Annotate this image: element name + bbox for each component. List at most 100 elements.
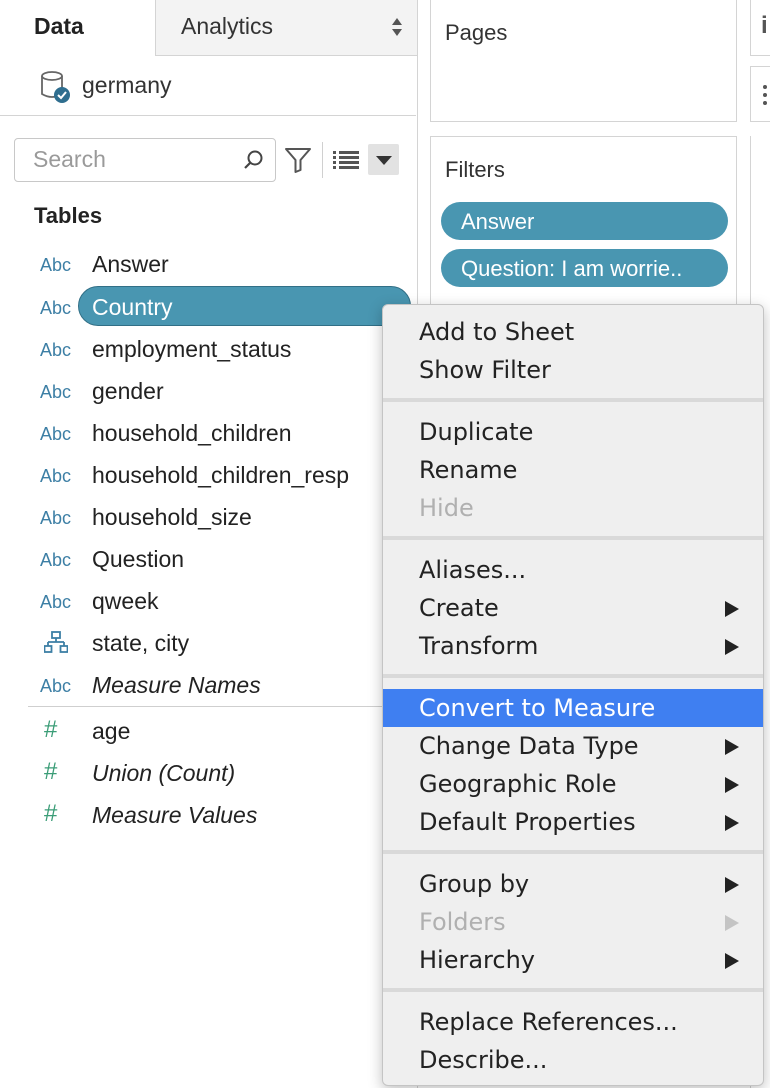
submenu-arrow-icon — [725, 815, 739, 831]
menu-separator — [383, 850, 763, 854]
field-measure-names[interactable]: Abc Measure Names — [0, 664, 416, 706]
field-measure-values[interactable]: # Measure Values — [0, 794, 416, 836]
field-household-children-resp[interactable]: Abc household_children_resp — [0, 454, 416, 496]
menu-item-label: Describe... — [419, 1046, 548, 1074]
menu-item-label: Hide — [419, 494, 474, 522]
toolbar-separator — [322, 142, 323, 178]
hierarchy-icon — [44, 631, 68, 653]
string-type-icon: Abc — [40, 508, 72, 528]
field-name: household_size — [92, 504, 252, 530]
search-icon[interactable] — [243, 149, 265, 171]
menu-item-label: Folders — [419, 908, 506, 936]
string-type-icon: Abc — [40, 676, 72, 696]
menu-separator — [383, 674, 763, 678]
submenu-arrow-icon — [725, 639, 739, 655]
menu-item-hierarchy[interactable]: Hierarchy — [383, 941, 763, 979]
menu-item-label: Group by — [419, 870, 530, 898]
field-qweek[interactable]: Abc qweek — [0, 580, 416, 622]
menu-item-label: Duplicate — [419, 418, 534, 446]
field-age[interactable]: # age — [0, 710, 416, 752]
field-name: household_children_resp — [92, 462, 350, 488]
filters-shelf-title: Filters — [445, 157, 505, 182]
menu-item-folders: Folders — [383, 903, 763, 941]
number-type-icon: # — [44, 716, 58, 743]
field-state-city[interactable]: state, city — [0, 622, 416, 664]
menu-item-transform[interactable]: Transform — [383, 627, 763, 665]
menu-item-add-to-sheet[interactable]: Add to Sheet — [383, 313, 763, 351]
submenu-arrow-icon — [725, 953, 739, 969]
field-name: Measure Values — [92, 802, 258, 828]
show-me-tab[interactable]: i — [750, 0, 770, 56]
field-name: state, city — [92, 630, 190, 656]
menu-item-label: Create — [419, 594, 499, 622]
field-employment-status[interactable]: Abc employment_status — [0, 328, 416, 370]
menu-item-label: Show Filter — [419, 356, 551, 384]
menu-separator — [383, 536, 763, 540]
marks-handle[interactable] — [750, 66, 770, 122]
search-input[interactable] — [15, 139, 235, 179]
menu-item-label: Add to Sheet — [419, 318, 575, 346]
menu-item-rename[interactable]: Rename — [383, 451, 763, 489]
tab-data[interactable]: Data — [0, 0, 155, 56]
menu-item-group-by[interactable]: Group by — [383, 865, 763, 903]
menu-item-duplicate[interactable]: Duplicate — [383, 413, 763, 451]
field-answer[interactable]: Abc Answer — [0, 243, 416, 285]
field-household-size[interactable]: Abc household_size — [0, 496, 416, 538]
menu-item-label: Hierarchy — [419, 946, 536, 974]
measures-divider — [28, 706, 416, 707]
menu-separator — [383, 398, 763, 402]
menu-item-change-data-type[interactable]: Change Data Type — [383, 727, 763, 765]
info-icon: i — [761, 12, 768, 39]
string-type-icon: Abc — [40, 298, 72, 318]
caret-down-icon — [376, 156, 392, 165]
field-country[interactable]: Abc Country — [0, 286, 416, 328]
menu-item-label: Replace References... — [419, 1008, 678, 1036]
number-type-icon: # — [44, 758, 58, 785]
more-dots-icon-dot — [763, 93, 767, 97]
datasource-name: germany — [82, 72, 172, 98]
menu-item-describe[interactable]: Describe... — [383, 1041, 763, 1079]
field-household-children[interactable]: Abc household_children — [0, 412, 416, 454]
field-name: age — [92, 718, 131, 744]
menu-item-aliases[interactable]: Aliases... — [383, 551, 763, 589]
menu-item-hide: Hide — [383, 489, 763, 527]
tables-heading: Tables — [34, 203, 103, 228]
menu-item-show-filter[interactable]: Show Filter — [383, 351, 763, 389]
filter-pill-answer[interactable]: Answer — [441, 202, 728, 240]
menu-item-create[interactable]: Create — [383, 589, 763, 627]
data-pane-menu-button[interactable] — [368, 144, 399, 175]
search-box[interactable] — [14, 138, 276, 182]
pages-shelf[interactable]: Pages — [430, 0, 737, 122]
field-name: Question — [92, 546, 185, 572]
string-type-icon: Abc — [40, 424, 72, 444]
number-type-icon: # — [44, 800, 58, 827]
menu-item-label: Geographic Role — [419, 770, 617, 798]
field-gender[interactable]: Abc gender — [0, 370, 416, 412]
more-dots-icon-dot — [763, 101, 767, 105]
submenu-arrow-icon — [725, 601, 739, 617]
filter-pill-question[interactable]: Question: I am worrie.. — [441, 249, 728, 287]
menu-item-replace-references[interactable]: Replace References... — [383, 1003, 763, 1041]
menu-item-convert-to-measure[interactable]: Convert to Measure — [383, 689, 763, 727]
menu-separator — [383, 988, 763, 992]
menu-item-default-properties[interactable]: Default Properties — [383, 803, 763, 841]
list-view-icon[interactable] — [333, 150, 359, 170]
menu-item-geographic-role[interactable]: Geographic Role — [383, 765, 763, 803]
filter-icon[interactable] — [284, 146, 312, 174]
field-name: employment_status — [92, 336, 292, 362]
field-name: Measure Names — [92, 672, 261, 698]
filters-shelf[interactable]: Filters Answer Question: I am worrie.. — [430, 136, 737, 316]
string-type-icon: Abc — [40, 550, 72, 570]
database-check-icon — [41, 71, 70, 103]
field-name: Answer — [92, 251, 169, 277]
field-name: household_children — [92, 420, 292, 446]
field-name: gender — [92, 378, 164, 404]
string-type-icon: Abc — [40, 592, 72, 612]
filter-pill-label: Answer — [461, 209, 535, 234]
field-question[interactable]: Abc Question — [0, 538, 416, 580]
tab-analytics[interactable]: Analytics — [155, 0, 417, 56]
updown-arrows-icon — [392, 18, 402, 36]
submenu-arrow-icon — [725, 739, 739, 755]
field-name: Union (Count) — [92, 760, 236, 786]
field-union-count[interactable]: # Union (Count) — [0, 752, 416, 794]
